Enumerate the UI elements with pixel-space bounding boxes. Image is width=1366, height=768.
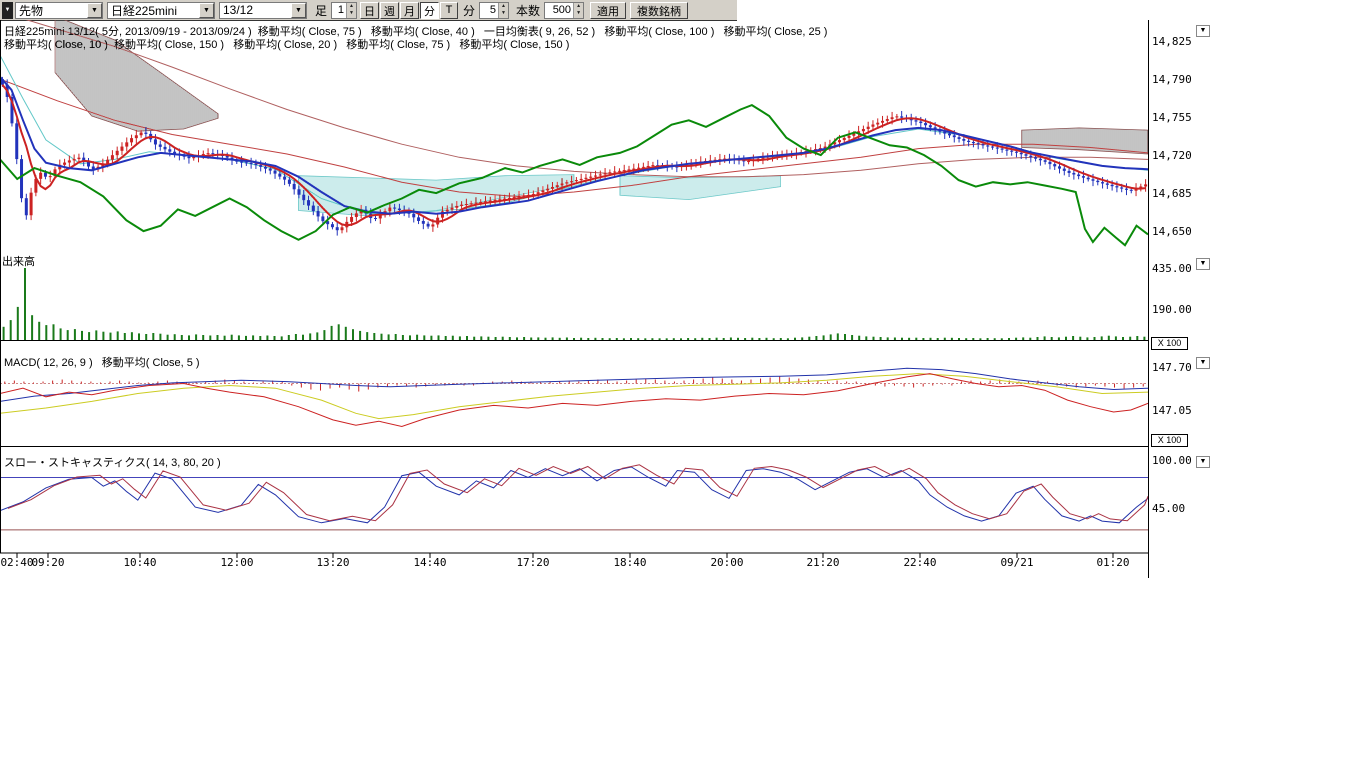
stochastics-panel-scroll-down-button[interactable]: ▼ xyxy=(1196,456,1210,468)
multi-symbol-button[interactable]: 複数銘柄 xyxy=(630,2,688,19)
chevron-down-icon[interactable]: ▼ xyxy=(87,3,102,18)
volume-panel-label: 出来高 xyxy=(2,253,35,269)
period-button-weekly[interactable]: 週 xyxy=(380,2,399,19)
corner-dropdown[interactable]: ▼ xyxy=(2,2,13,19)
volume-panel-scroll-down-button[interactable]: ▼ xyxy=(1196,258,1210,270)
chevron-down-icon[interactable]: ▼ xyxy=(199,3,214,18)
axis-tick-label: 14,755 xyxy=(1152,111,1192,124)
main-chart-legend-line2: 移動平均( Close, 10 ) 移動平均( Close, 150 ) 移動平… xyxy=(4,36,569,52)
spinner-buttons[interactable]: ▲ ▼ xyxy=(498,3,508,18)
spin-up-icon[interactable]: ▲ xyxy=(574,3,583,10)
time-axis-label: 18:40 xyxy=(613,556,646,569)
axis-tick-label: 147.70 xyxy=(1152,361,1192,374)
time-axis-label: 02:40 xyxy=(0,556,33,569)
spin-down-icon[interactable]: ▼ xyxy=(347,10,356,17)
axis-tick-label: 14,825 xyxy=(1152,35,1192,48)
bars-count-value: 500 xyxy=(545,3,573,18)
bar-type-label: 足 xyxy=(315,2,327,19)
trading-app-window: { "icons": { "down_arrow": "▼", "down_ar… xyxy=(0,0,1366,768)
interval-spinner[interactable]: 5 ▲ ▼ xyxy=(479,2,509,19)
price-panel-scroll-down-button[interactable]: ▼ xyxy=(1196,25,1210,37)
axis-tick-label: 14,720 xyxy=(1152,149,1192,162)
time-axis-label: 14:40 xyxy=(413,556,446,569)
bars-count-spinner[interactable]: 500 ▲ ▼ xyxy=(544,2,584,19)
category-select-value: 先物 xyxy=(16,2,87,19)
macd-panel-scroll-down-button[interactable]: ▼ xyxy=(1196,357,1210,369)
axis-tick-label: 45.00 xyxy=(1152,502,1185,515)
time-axis-label: 12:00 xyxy=(220,556,253,569)
time-axis-label: 21:20 xyxy=(806,556,839,569)
spin-up-icon[interactable]: ▲ xyxy=(347,3,356,10)
axis-tick-label: 14,650 xyxy=(1152,225,1192,238)
macd-panel-legend: MACD( 12, 26, 9 ) 移動平均( Close, 5 ) xyxy=(4,354,200,370)
spinner-buttons[interactable]: ▲ ▼ xyxy=(346,3,356,18)
contract-month-select[interactable]: 13/12 ▼ xyxy=(219,2,307,19)
period-button-minute[interactable]: 分 xyxy=(420,2,439,19)
axis-tick-label: 435.00 xyxy=(1152,262,1192,275)
axis-tick-label: 190.00 xyxy=(1152,303,1192,316)
spin-down-icon[interactable]: ▼ xyxy=(574,10,583,17)
axis-tick-label: 14,790 xyxy=(1152,73,1192,86)
minute-spinner[interactable]: 1 ▲ ▼ xyxy=(331,2,357,19)
time-axis-label: 09/21 xyxy=(1000,556,1033,569)
spinner-buttons[interactable]: ▲ ▼ xyxy=(573,3,583,18)
minute-spinner-value: 1 xyxy=(332,3,346,18)
right-price-axis: 14,825 14,790 14,755 14,720 14,685 14,650 435.… xyxy=(1152,0,1212,768)
chevron-down-icon: ▼ xyxy=(5,7,11,13)
period-button-monthly[interactable]: 月 xyxy=(400,2,419,19)
spin-down-icon[interactable]: ▼ xyxy=(499,10,508,17)
time-axis-label: 10:40 xyxy=(123,556,156,569)
period-button-daily[interactable]: 日 xyxy=(360,2,379,19)
symbol-select-value: 日経225mini xyxy=(108,2,199,19)
bars-count-label: 本数 xyxy=(516,2,540,19)
time-axis-label: 20:00 xyxy=(710,556,743,569)
axis-tick-label: 100.00 xyxy=(1152,454,1192,467)
spin-up-icon[interactable]: ▲ xyxy=(499,3,508,10)
minute-unit-label: 分 xyxy=(463,2,475,19)
axis-tick-label: 14,685 xyxy=(1152,187,1192,200)
symbol-select[interactable]: 日経225mini ▼ xyxy=(107,2,215,19)
macd-axis-multiplier: X 100 xyxy=(1151,434,1188,447)
time-axis-label: 17:20 xyxy=(516,556,549,569)
interval-spinner-value: 5 xyxy=(480,3,498,18)
stochastics-panel-legend: スロー・ストキャスティクス( 14, 3, 80, 20 ) xyxy=(4,454,221,470)
time-axis-label: 22:40 xyxy=(903,556,936,569)
time-axis: 02:4009:20 10:40 12:00 13:20 14:40 17:20 18:40… xyxy=(0,556,1148,570)
chart-right-border xyxy=(1148,20,1149,578)
apply-button[interactable]: 適用 xyxy=(590,2,626,19)
chevron-down-icon[interactable]: ▼ xyxy=(291,3,306,18)
volume-axis-multiplier: X 100 xyxy=(1151,337,1188,350)
time-axis-label: 01:20 xyxy=(1096,556,1129,569)
category-select[interactable]: 先物 ▼ xyxy=(15,2,103,19)
time-axis-label: 09:20 xyxy=(31,556,64,569)
period-button-tick[interactable]: T xyxy=(440,2,458,19)
axis-tick-label: 147.05 xyxy=(1152,404,1192,417)
contract-month-value: 13/12 xyxy=(220,3,291,17)
chart-canvas[interactable] xyxy=(0,20,1148,560)
toolbar: ▼ 先物 ▼ 日経225mini ▼ 13/12 ▼ 足 1 ▲ ▼ 日 週 月… xyxy=(0,0,737,21)
time-axis-label: 13:20 xyxy=(316,556,349,569)
